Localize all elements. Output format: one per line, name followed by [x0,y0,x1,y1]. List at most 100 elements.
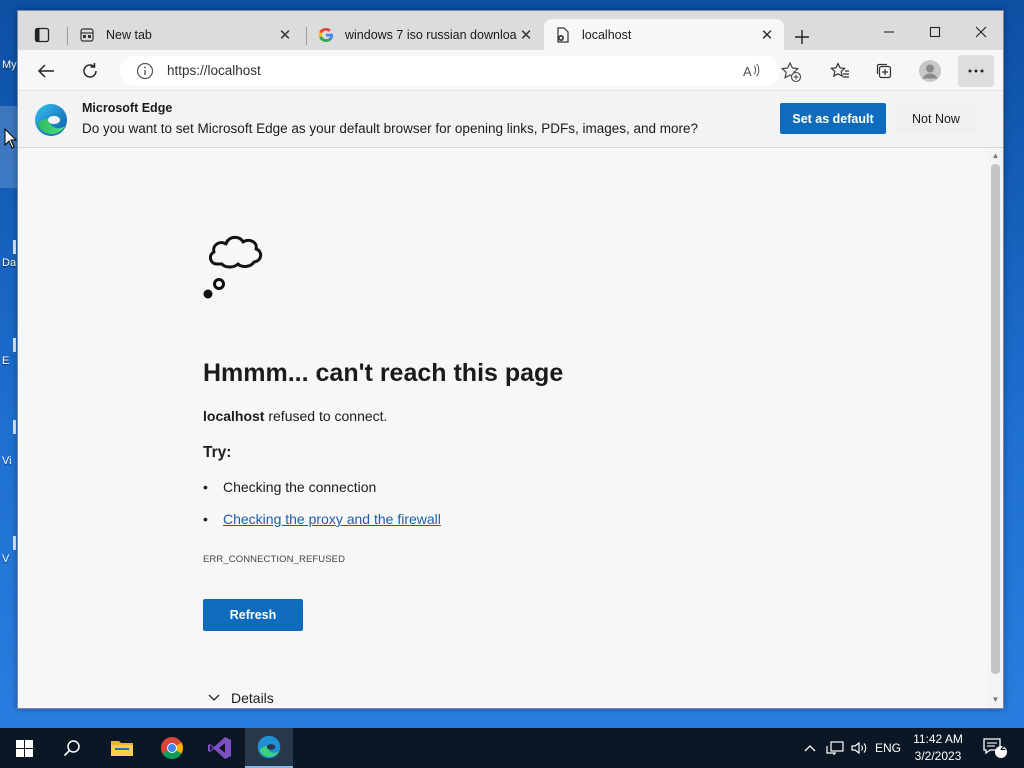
suggestion-item: • Checking the proxy and the firewall [203,511,441,527]
chevron-down-icon [208,694,220,701]
taskbar-visual-studio[interactable] [196,728,244,768]
tab-actions-icon [34,27,50,43]
infobar-message: Do you want to set Microsoft Edge as you… [82,121,699,136]
input-language-indicator[interactable]: ENG [870,728,906,768]
desktop-icon-fragment[interactable] [13,420,16,434]
desktop-icon-label-fragment[interactable]: E [2,356,9,367]
close-icon[interactable]: ✕ [276,26,294,44]
tab-google-search[interactable]: windows 7 iso russian download ✕ [307,19,543,50]
visual-studio-icon [208,737,231,759]
close-icon[interactable]: ✕ [758,26,776,44]
volume-button[interactable] [848,728,870,768]
desktop-icon-label-fragment[interactable]: V [2,554,9,565]
close-icon[interactable]: ✕ [517,26,535,44]
scroll-up-arrow-icon[interactable]: ▲ [991,152,1000,160]
windows-start-icon [15,739,33,757]
refresh-icon [83,63,97,78]
infobar-title: Microsoft Edge [82,101,173,115]
suggestion-text: Checking the connection [223,479,377,495]
network-icon [826,741,844,755]
taskbar-clock[interactable]: 11:42 AM 3/2/2023 [906,731,970,765]
error-code: ERR_CONNECTION_REFUSED [203,554,346,565]
scrollbar-thumb[interactable] [991,164,1000,674]
details-toggle[interactable]: Details [207,690,274,706]
error-host-suffix: refused to connect. [268,408,388,424]
details-label: Details [231,690,274,706]
document-error-icon [554,26,572,44]
try-heading: Try: [203,444,232,461]
taskbar-chrome[interactable] [148,728,196,768]
speaker-icon [851,741,867,755]
svg-text:A: A [743,64,752,79]
url-text[interactable]: https://localhost [167,63,261,78]
maximize-button[interactable] [912,17,958,47]
new-tab-page-icon [78,26,96,44]
favorites-button[interactable] [824,55,856,87]
default-browser-infobar: Microsoft Edge Do you want to set Micros… [18,91,1003,148]
plus-icon [795,30,809,44]
maximize-icon [929,26,941,38]
minimize-button[interactable] [866,17,912,47]
tab-actions-button[interactable] [26,19,58,51]
back-button[interactable] [30,55,62,87]
start-button[interactable] [0,728,48,768]
favorites-icon [830,62,849,78]
clock-time: 11:42 AM [913,732,963,746]
taskbar-file-explorer[interactable] [98,728,146,768]
edge-logo-icon [35,104,67,136]
desktop-icon-fragment[interactable] [13,338,16,352]
desktop-icon-fragment[interactable] [13,536,16,550]
error-description: localhost refused to connect. [203,408,387,424]
taskbar-edge[interactable] [245,728,293,768]
desktop-icon-label-fragment[interactable]: Da [2,258,16,269]
show-hidden-icons-button[interactable] [800,728,820,768]
notification-count-badge: 2 [1000,742,1006,753]
profile-avatar-icon [919,60,941,82]
new-tab-button[interactable] [790,25,814,49]
mouse-cursor-icon [4,128,18,149]
page-content: Hmmm... can't reach this page localhost … [18,148,988,708]
proxy-firewall-link[interactable]: Checking the proxy and the firewall [223,511,441,527]
refresh-button[interactable] [74,55,106,87]
profile-button[interactable] [914,55,946,87]
close-icon [975,26,987,38]
network-button[interactable] [824,728,846,768]
close-window-button[interactable] [958,17,1004,47]
settings-more-button[interactable] [958,55,994,87]
chevron-up-icon [804,745,816,752]
tab-label: New tab [106,27,152,42]
refresh-page-button[interactable]: Refresh [203,599,303,631]
collections-button[interactable] [868,55,900,87]
edge-icon [257,735,281,759]
info-icon[interactable] [136,62,154,80]
search-icon [63,740,80,757]
vertical-scrollbar[interactable]: ▲ ▼ [988,148,1003,708]
desktop-icon-label-fragment[interactable]: Vi [2,456,12,467]
tab-localhost[interactable]: localhost ✕ [544,19,784,50]
tab-strip: New tab ✕ windows 7 iso russian download… [18,11,1003,50]
back-arrow-icon [37,64,54,78]
set-as-default-button[interactable]: Set as default [780,103,886,134]
scroll-down-arrow-icon[interactable]: ▼ [991,696,1000,704]
address-bar[interactable]: https://localhost A [120,56,802,86]
action-center-button[interactable]: 2 [978,728,1012,768]
bullet-icon: • [203,479,208,495]
desktop-icon-label-fragment[interactable]: My [2,60,17,71]
error-host: localhost [203,408,265,424]
clock-date: 3/2/2023 [914,749,962,763]
suggestion-item: • Checking the connection [203,479,376,495]
page-title: Hmmm... can't reach this page [203,359,564,387]
collections-icon [876,63,892,79]
read-aloud-icon[interactable]: A [742,61,762,81]
desktop-icon-fragment[interactable] [13,240,16,254]
navigation-toolbar: https://localhost A [18,50,1003,91]
taskbar: ENG 11:42 AM 3/2/2023 2 [0,728,1024,768]
tab-new-tab[interactable]: New tab ✕ [68,19,302,50]
not-now-button[interactable]: Not Now [896,103,976,134]
search-button[interactable] [48,728,96,768]
more-horizontal-icon [968,69,984,73]
tab-label: windows 7 iso russian download [345,27,517,42]
add-favorite-icon[interactable] [780,61,802,83]
thought-cloud-icon [203,235,263,299]
chrome-icon [161,737,183,759]
